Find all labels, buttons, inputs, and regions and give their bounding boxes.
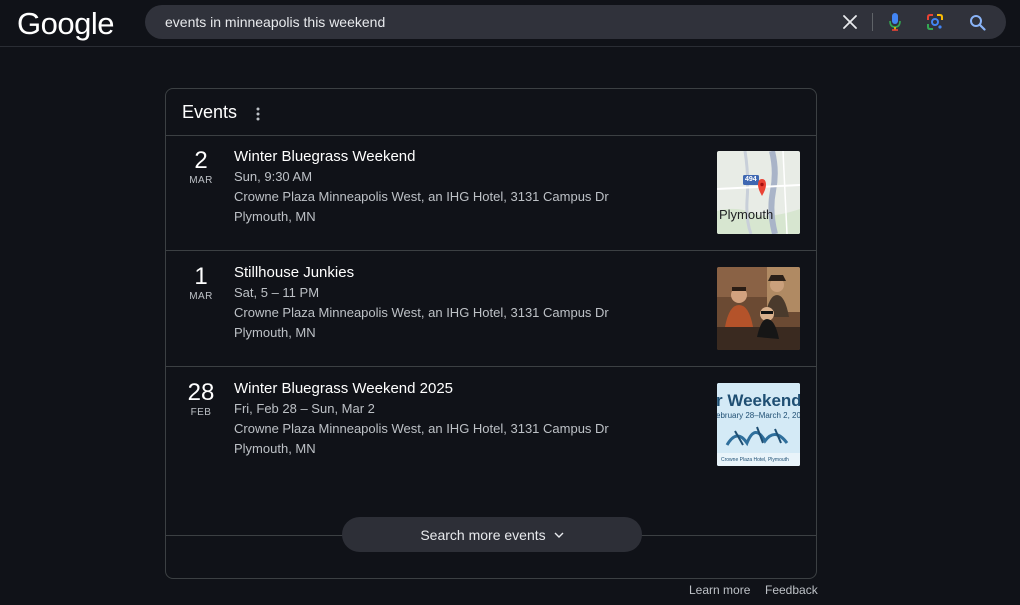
poster-headline: r Weekend: [717, 391, 800, 410]
event-month: FEB: [190, 407, 212, 418]
search-more-events-label: Search more events: [420, 526, 546, 543]
event-city: Plymouth, MN: [234, 441, 316, 456]
events-card-title: Events: [182, 102, 238, 122]
close-icon[interactable]: [840, 12, 860, 32]
event-day: 2: [194, 147, 208, 174]
searchbox-divider: [872, 13, 873, 31]
google-logo[interactable]: Google: [17, 6, 114, 42]
event-map-thumbnail[interactable]: 494 Plymouth: [717, 151, 800, 234]
event-date: 1 MAR: [178, 263, 224, 303]
event-date: 2 MAR: [178, 147, 224, 187]
poster-dates: ebruary 28–March 2, 20: [717, 411, 800, 420]
search-input[interactable]: [165, 5, 805, 39]
microphone-icon[interactable]: [885, 12, 905, 32]
event-month: MAR: [189, 291, 213, 302]
search-more-events-button[interactable]: Search more events: [342, 517, 642, 552]
event-info: Winter Bluegrass Weekend Sun, 9:30 AM Cr…: [234, 147, 694, 227]
header: Google: [0, 0, 1020, 47]
search-icon[interactable]: [967, 12, 987, 32]
event-item-stillhouse-junkies[interactable]: 1 MAR Stillhouse Junkies Sat, 5 – 11 PM …: [166, 251, 816, 367]
event-day: 28: [187, 379, 215, 406]
google-lens-icon[interactable]: [925, 12, 945, 32]
event-city: Plymouth, MN: [234, 325, 316, 340]
event-venue: Crowne Plaza Minneapolis West, an IHG Ho…: [234, 189, 609, 204]
event-item-winter-bluegrass-weekend[interactable]: 2 MAR Winter Bluegrass Weekend Sun, 9:30…: [166, 135, 816, 251]
event-time: Fri, Feb 28 – Sun, Mar 2: [234, 401, 375, 416]
chevron-down-icon: [554, 532, 564, 538]
poster-footer: Crowne Plaza Hotel, Plymouth: [721, 457, 789, 463]
feedback-link[interactable]: Feedback: [765, 583, 818, 597]
event-info: Stillhouse Junkies Sat, 5 – 11 PM Crowne…: [234, 263, 694, 343]
event-info: Winter Bluegrass Weekend 2025 Fri, Feb 2…: [234, 379, 694, 459]
map-route-label: 494: [745, 176, 757, 183]
event-title[interactable]: Winter Bluegrass Weekend: [234, 147, 694, 167]
search-box[interactable]: [145, 5, 1006, 39]
event-item-winter-bluegrass-weekend-2025[interactable]: 28 FEB Winter Bluegrass Weekend 2025 Fri…: [166, 367, 816, 483]
event-time: Sat, 5 – 11 PM: [234, 285, 320, 300]
map-place-label: Plymouth: [719, 207, 774, 222]
events-card: Events 2 MAR Winter Bluegrass Weekend Su…: [165, 88, 817, 579]
learn-more-link[interactable]: Learn more: [689, 583, 750, 597]
more-vert-icon[interactable]: [252, 104, 264, 124]
event-month: MAR: [189, 175, 213, 186]
event-day: 1: [194, 263, 208, 290]
event-city: Plymouth, MN: [234, 209, 316, 224]
event-date: 28 FEB: [178, 379, 224, 419]
event-time: Sun, 9:30 AM: [234, 169, 313, 184]
event-venue: Crowne Plaza Minneapolis West, an IHG Ho…: [234, 305, 609, 320]
event-poster-thumbnail[interactable]: r Weekend ebruary 28–March 2, 20 Crowne …: [717, 383, 800, 466]
event-photo-thumbnail[interactable]: [717, 267, 800, 350]
event-venue: Crowne Plaza Minneapolis West, an IHG Ho…: [234, 421, 609, 436]
event-title[interactable]: Stillhouse Junkies: [234, 263, 694, 283]
event-title[interactable]: Winter Bluegrass Weekend 2025: [234, 379, 694, 399]
